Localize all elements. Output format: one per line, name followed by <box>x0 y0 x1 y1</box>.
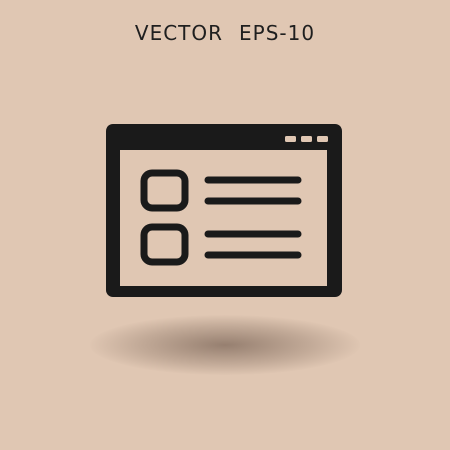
window-dot-2 <box>301 136 312 142</box>
window-dot-1 <box>285 136 296 142</box>
browser-window-list-icon <box>106 124 342 297</box>
window-dot-3 <box>317 136 328 142</box>
